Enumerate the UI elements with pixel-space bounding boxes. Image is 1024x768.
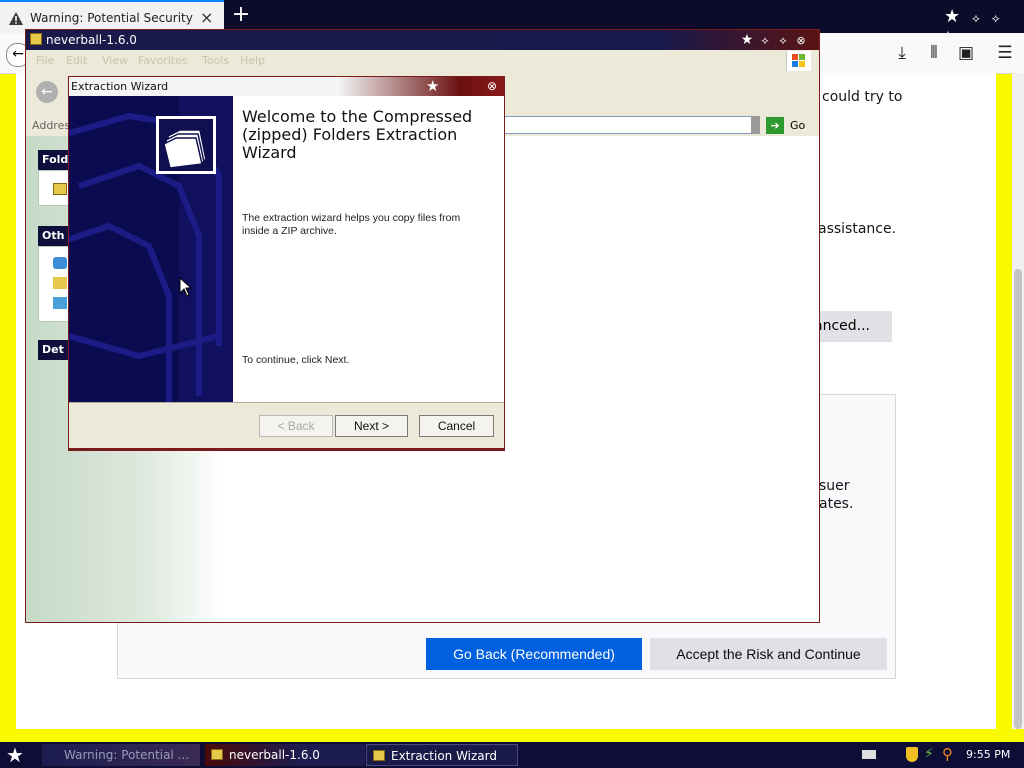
keyboard-icon[interactable] <box>862 750 876 759</box>
accept-risk-button[interactable]: Accept the Risk and Continue <box>650 638 887 670</box>
system-tray: ⚡ ⚲ 9:55 PM <box>856 742 1024 768</box>
panel-text-fragment: ates. <box>819 496 854 512</box>
divider <box>69 448 504 450</box>
back-button[interactable]: < Back <box>259 415 333 437</box>
minimize-icon[interactable]: ⟡ <box>972 11 980 26</box>
next-button[interactable]: Next > <box>335 415 408 437</box>
explorer-title: neverball-1.6.0 <box>46 33 137 47</box>
my-network-icon[interactable] <box>53 297 67 309</box>
go-label: Go <box>790 119 806 132</box>
menu-icon[interactable]: ☰ <box>993 41 1017 65</box>
folder-icon <box>373 750 385 761</box>
my-documents-icon[interactable] <box>53 277 67 289</box>
search-icon[interactable]: ⚲ <box>942 745 953 763</box>
desktop-icon[interactable] <box>53 257 67 269</box>
extract-icon[interactable] <box>53 183 67 195</box>
explorer-window-controls: ★ ⟡ ⟡ ⊗ <box>738 32 810 48</box>
shield-icon[interactable] <box>906 747 918 762</box>
taskbar-item-firefox[interactable]: Warning: Potential ... <box>42 744 200 766</box>
maximize-icon[interactable]: ⟡ <box>992 11 1000 26</box>
warning-text-fragment: assistance. <box>818 221 897 237</box>
wizard-title-bar[interactable]: Extraction Wizard ★ ⊗ <box>69 77 504 96</box>
close-icon[interactable]: ⊗ <box>792 34 810 47</box>
wizard-title: Extraction Wizard <box>71 80 169 93</box>
browser-scrollbar[interactable] <box>1012 73 1024 729</box>
go-arrow-icon: ➔ <box>766 117 784 134</box>
star-icon: ★ <box>944 6 961 27</box>
library-icon[interactable]: ⫴ <box>922 41 946 65</box>
zip-folder-icon <box>30 33 42 45</box>
taskbar: ★ Warning: Potential ... neverball-1.6.0… <box>0 742 1024 768</box>
warning-icon <box>8 11 24 27</box>
go-back-button[interactable]: Go Back (Recommended) <box>426 638 642 670</box>
extraction-wizard-dialog: Extraction Wizard ★ ⊗ Welcome to the Com… <box>68 76 505 451</box>
wizard-description: The extraction wizard helps you copy fil… <box>242 212 461 237</box>
taskbar-item-extraction-wizard[interactable]: Extraction Wizard <box>366 744 518 766</box>
folder-watermark-graphic <box>69 96 233 402</box>
back-arrow-icon[interactable]: ← <box>36 81 58 103</box>
sidebar-icon[interactable]: ▣ <box>954 41 978 65</box>
divider <box>69 402 504 403</box>
menu-tools[interactable]: Tools <box>202 54 229 67</box>
taskbar-item-label: Extraction Wizard <box>391 749 498 763</box>
panel-text-fragment: suer <box>819 478 850 494</box>
taskbar-item-label: Warning: Potential ... <box>64 748 190 762</box>
star-icon: ★ <box>426 77 440 95</box>
start-button-star-icon[interactable]: ★ <box>6 743 24 767</box>
menu-help[interactable]: Help <box>240 54 265 67</box>
taskbar-item-label: neverball-1.6.0 <box>229 748 320 762</box>
wizard-continue-text: To continue, click Next. <box>242 354 350 366</box>
network-icon[interactable]: ⚡ <box>924 746 934 762</box>
wizard-heading: Welcome to the Compressed (zipped) Folde… <box>242 107 473 162</box>
wizard-content: Welcome to the Compressed (zipped) Folde… <box>233 96 504 402</box>
windows-logo-icon <box>786 51 811 71</box>
mouse-cursor-icon <box>179 277 193 297</box>
menu-view[interactable]: View <box>102 54 128 67</box>
advanced-button[interactable]: anced... <box>808 311 892 342</box>
close-icon[interactable]: ⊗ <box>487 79 497 93</box>
maximize-icon[interactable]: ⟡ <box>774 34 792 48</box>
menu-favorites[interactable]: Favorites <box>138 54 188 67</box>
warning-text-fragment: could try to <box>822 89 903 105</box>
new-tab-button[interactable]: + <box>230 4 252 28</box>
taskbar-item-neverball[interactable]: neverball-1.6.0 <box>205 744 365 766</box>
scrollbar-thumb[interactable] <box>1014 269 1022 729</box>
wizard-side-banner <box>69 96 233 402</box>
explorer-title-bar[interactable]: neverball-1.6.0 ★ ⟡ ⟡ ⊗ <box>26 30 819 50</box>
address-dropdown-button[interactable] <box>751 116 760 134</box>
go-button[interactable]: ➔ Go <box>766 116 808 136</box>
clock: 9:55 PM <box>966 748 1011 761</box>
address-input[interactable] <box>496 116 758 134</box>
cancel-button[interactable]: Cancel <box>419 415 494 437</box>
download-icon[interactable]: ⤓ <box>890 41 914 65</box>
star-icon: ★ <box>740 32 754 48</box>
menu-edit[interactable]: Edit <box>66 54 87 67</box>
tab-close-icon[interactable]: × <box>200 8 213 27</box>
zip-folder-icon <box>211 749 223 760</box>
explorer-menu-bar: File Edit View Favorites Tools Help <box>26 50 819 73</box>
minimize-icon[interactable]: ⟡ <box>756 34 774 48</box>
menu-file[interactable]: File <box>36 54 54 67</box>
tab-title: Warning: Potential Security Risk Ahead <box>30 11 196 25</box>
